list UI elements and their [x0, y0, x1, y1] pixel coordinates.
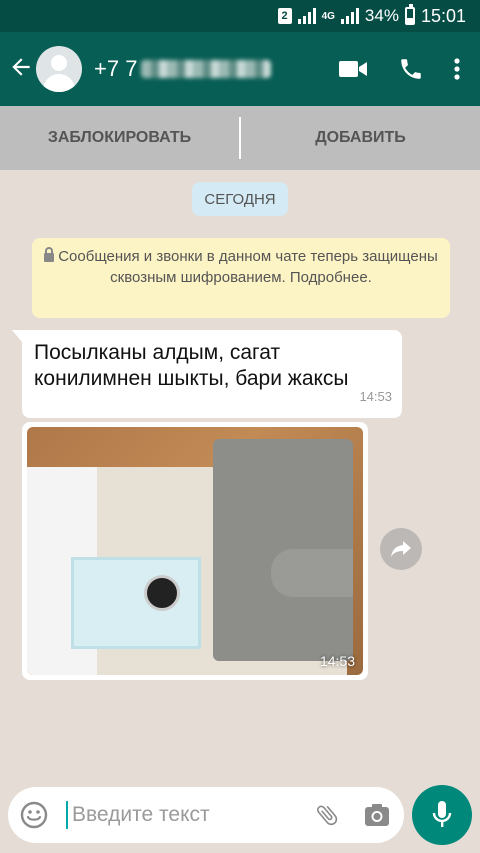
date-chip: СЕГОДНЯ — [192, 182, 288, 216]
forward-icon[interactable] — [380, 528, 422, 570]
block-button[interactable]: ЗАБЛОКИРОВАТЬ — [0, 129, 239, 147]
battery-percent: 34% — [364, 6, 399, 25]
encryption-notice[interactable]: Сообщения и звонки в данном чате теперь … — [32, 238, 450, 318]
chat-header: +7 7 — [0, 32, 480, 106]
text-cursor — [66, 801, 68, 829]
emoji-icon[interactable] — [8, 801, 60, 829]
photo-watch — [144, 575, 180, 611]
battery-icon — [404, 4, 415, 25]
signal-2-icon — [340, 8, 359, 24]
arrow-left-icon[interactable] — [0, 54, 36, 85]
status-bar: 2 4G 34% 15:01 — [0, 0, 480, 32]
unknown-contact-bar: ЗАБЛОКИРОВАТЬ ДОБАВИТЬ — [0, 106, 480, 170]
video-call-icon[interactable] — [338, 58, 368, 80]
encryption-notice-text: Сообщения и звонки в данном чате теперь … — [58, 248, 438, 286]
contact-number: +7 7 — [94, 56, 138, 81]
lock-icon — [44, 246, 55, 262]
photo-wallet-strap — [271, 549, 353, 597]
signal-icon — [297, 8, 316, 24]
phone-icon[interactable] — [398, 56, 424, 82]
more-vertical-icon[interactable] — [454, 58, 460, 80]
add-contact-button[interactable]: ДОБАВИТЬ — [241, 129, 480, 147]
photo-watch-box — [71, 557, 201, 649]
status-time: 15:01 — [420, 5, 466, 26]
microphone-icon[interactable] — [412, 785, 472, 845]
contact-name[interactable]: +7 7 — [94, 56, 272, 82]
camera-icon[interactable] — [350, 802, 404, 828]
chat-area[interactable]: СЕГОДНЯ Сообщения и звонки в данном чате… — [0, 170, 480, 775]
network-type: 4G — [321, 10, 335, 22]
input-placeholder: Введите текст — [72, 803, 210, 826]
message-bubble[interactable]: Посылканы алдым, сагат конилимнен шыкты,… — [12, 330, 402, 418]
message-input[interactable]: Введите текст — [8, 787, 404, 843]
image-message-time: 14:53 — [319, 653, 355, 669]
redacted-number — [141, 60, 272, 78]
image-message-bubble[interactable]: 14:53 — [22, 422, 368, 680]
message-text: Посылканы алдым, сагат конилимнен шыкты,… — [34, 341, 349, 390]
message-time: 14:53 — [359, 389, 392, 404]
compose-bar: Введите текст — [0, 775, 480, 853]
paperclip-icon[interactable] — [304, 801, 350, 829]
photo[interactable]: 14:53 — [27, 427, 363, 675]
sim-badge: 2 — [277, 8, 292, 24]
avatar[interactable] — [36, 46, 82, 92]
